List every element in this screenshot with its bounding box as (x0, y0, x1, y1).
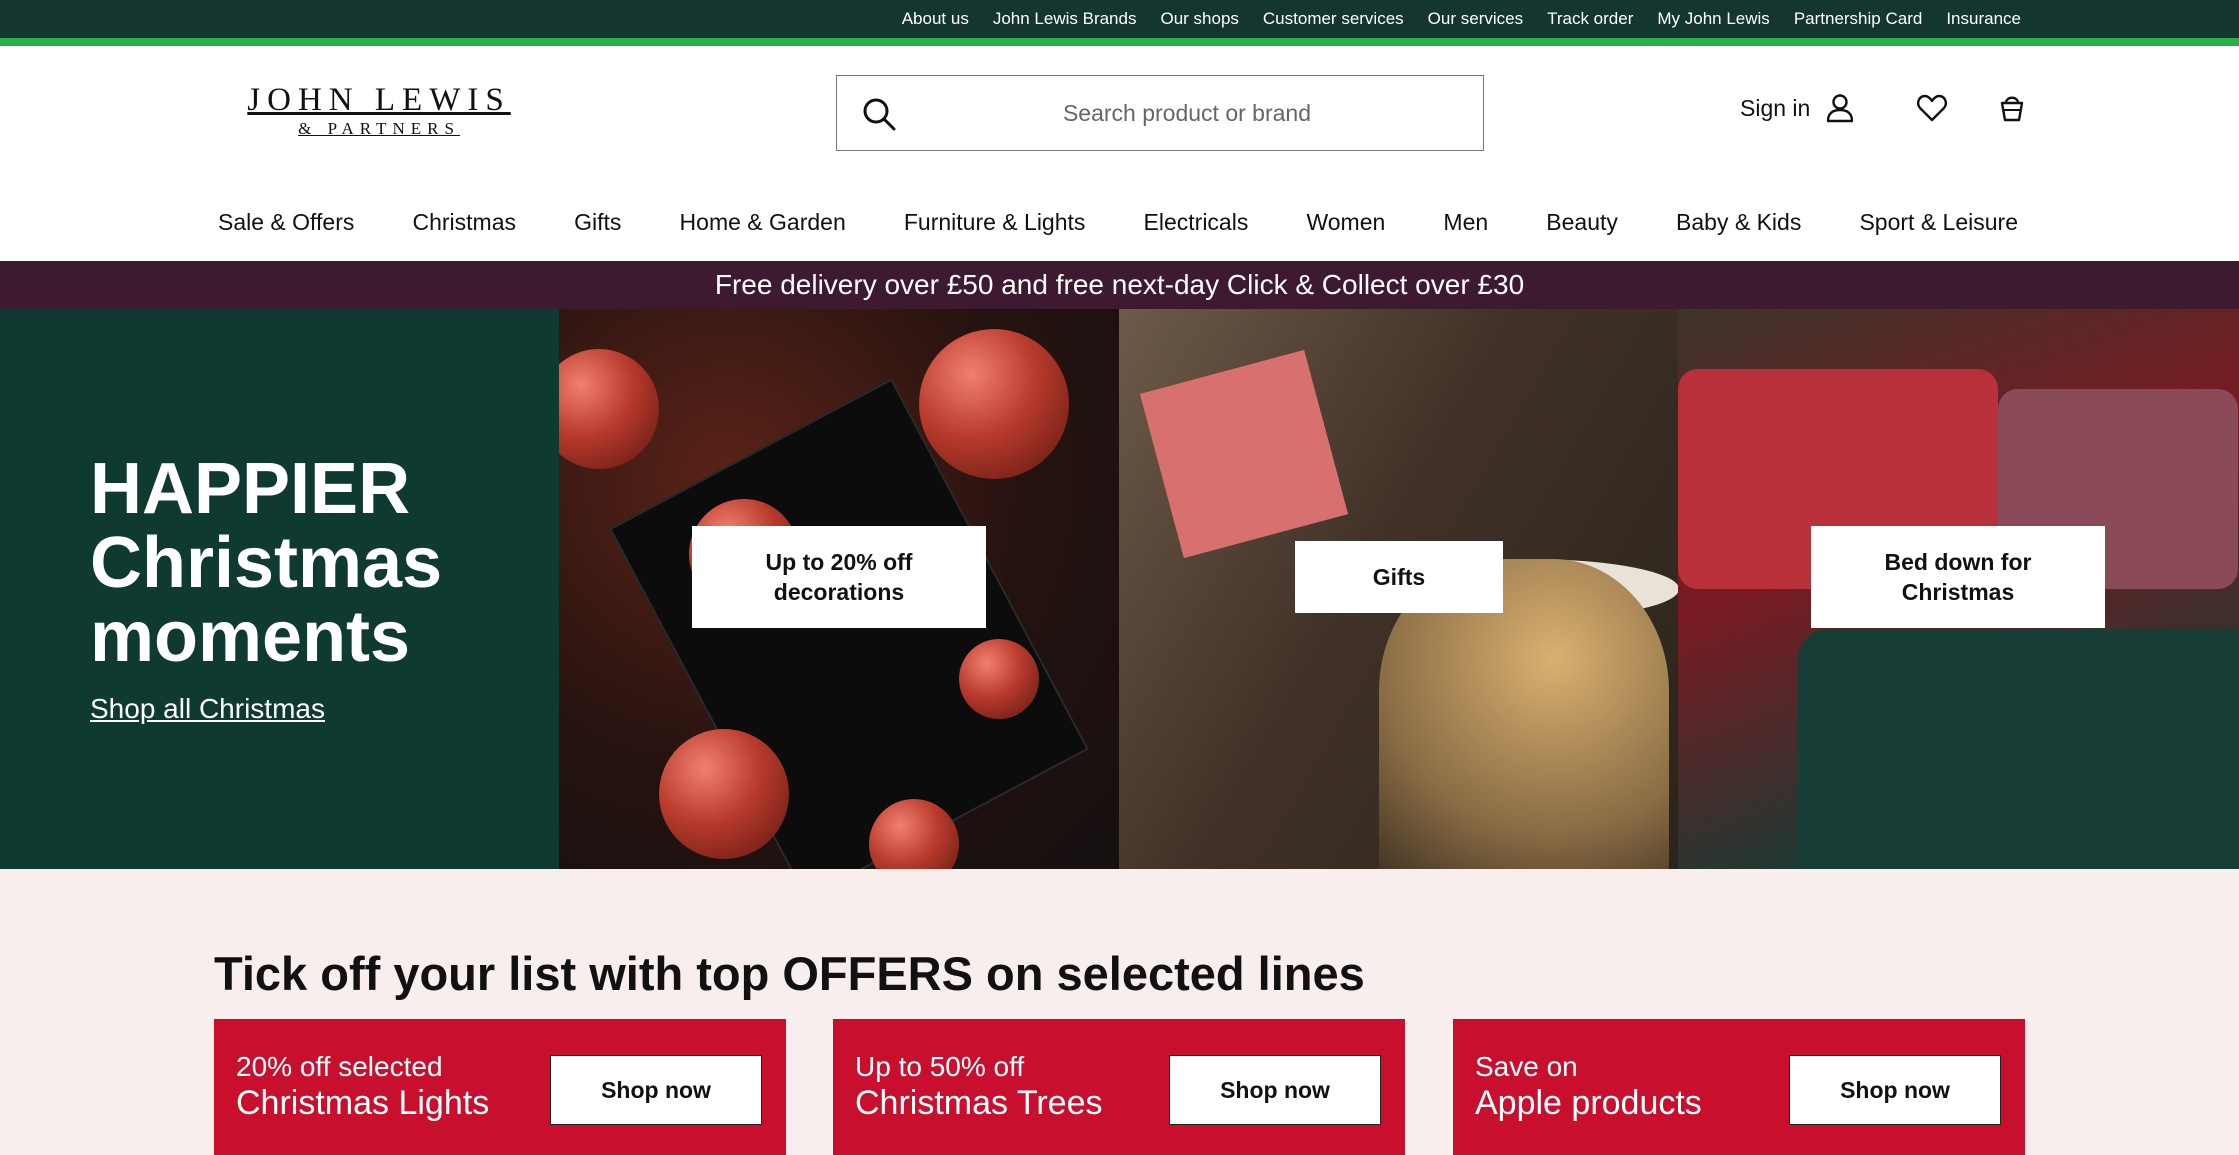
utility-nav: About us John Lewis Brands Our shops Cus… (902, 0, 2021, 38)
shop-now-button[interactable]: Shop now (1789, 1055, 2001, 1125)
throw-image (1798, 629, 2239, 869)
nav-furniture-lights[interactable]: Furniture & Lights (904, 209, 1086, 236)
nav-baby-kids[interactable]: Baby & Kids (1676, 209, 1801, 236)
hero-tile-bedding[interactable]: Bed down for Christmas (1678, 309, 2239, 869)
utility-link-customer-services[interactable]: Customer services (1263, 9, 1404, 29)
hero-tile-decorations[interactable]: Up to 20% off decorations (559, 309, 1119, 869)
main-nav: Sale & Offers Christmas Gifts Home & Gar… (218, 203, 2018, 241)
offer-card-christmas-lights[interactable]: 20% off selected Christmas Lights Shop n… (214, 1019, 786, 1155)
offer-card-subtitle: 20% off selected (236, 1051, 443, 1082)
tile-label-line-1: Bed down for (1884, 549, 2032, 575)
search-box (836, 75, 1484, 151)
offer-card-subtitle: Save on (1475, 1051, 1578, 1082)
wishlist-heart-icon[interactable] (1914, 90, 1950, 126)
delivery-promo-banner[interactable]: Free delivery over £50 and free next-day… (0, 261, 2239, 309)
bauble-image (919, 329, 1069, 479)
site-logo[interactable]: JOHN LEWIS & PARTNERS (244, 82, 514, 140)
search-input[interactable] (927, 88, 1447, 138)
nav-men[interactable]: Men (1443, 209, 1488, 236)
nav-christmas[interactable]: Christmas (413, 209, 517, 236)
gift-image (1139, 349, 1349, 559)
offers-heading: Tick off your list with top OFFERS on se… (214, 947, 1365, 1000)
tile-label-line-2: decorations (773, 579, 905, 605)
shop-now-button[interactable]: Shop now (550, 1055, 762, 1125)
sign-in-button[interactable]: Sign in (1740, 90, 1858, 126)
shop-all-christmas-link[interactable]: Shop all Christmas (90, 693, 325, 725)
offers-section: Tick off your list with top OFFERS on se… (0, 869, 2239, 1155)
offer-card-christmas-trees[interactable]: Up to 50% off Christmas Trees Shop now (833, 1019, 1405, 1155)
nav-women[interactable]: Women (1306, 209, 1385, 236)
offer-card-title: Christmas Lights (236, 1084, 490, 1122)
utility-link-brands[interactable]: John Lewis Brands (993, 9, 1137, 29)
utility-link-about-us[interactable]: About us (902, 9, 969, 29)
nav-sale-offers[interactable]: Sale & Offers (218, 209, 354, 236)
delivery-promo-text: Free delivery over £50 and free next-day… (714, 269, 1525, 300)
nav-beauty[interactable]: Beauty (1546, 209, 1618, 236)
shop-now-button[interactable]: Shop now (1169, 1055, 1381, 1125)
basket-icon[interactable] (1994, 90, 2030, 126)
accent-stripe (0, 38, 2239, 46)
nav-electricals[interactable]: Electricals (1144, 209, 1249, 236)
offer-card-title: Christmas Trees (855, 1084, 1103, 1122)
utility-link-our-shops[interactable]: Our shops (1160, 9, 1238, 29)
utility-link-track-order[interactable]: Track order (1547, 9, 1633, 29)
hero-panel: HAPPIER Christmas moments Shop all Chris… (0, 309, 559, 869)
offer-card-title: Apple products (1475, 1084, 1702, 1122)
nav-gifts[interactable]: Gifts (574, 209, 621, 236)
utility-link-my-john-lewis[interactable]: My John Lewis (1657, 9, 1769, 29)
hero-tile-gifts[interactable]: Gifts (1119, 309, 1678, 869)
hero-title-line-2: Christmas (90, 523, 443, 603)
tile-label-line-1: Up to 20% off (765, 549, 913, 575)
tile-label-bedding[interactable]: Bed down for Christmas (1811, 526, 2105, 628)
search-icon[interactable] (859, 94, 899, 134)
hero-title-line-1: HAPPIER (90, 449, 411, 529)
bauble-image (659, 729, 789, 859)
utility-link-partnership-card[interactable]: Partnership Card (1794, 9, 1923, 29)
bauble-image (959, 639, 1039, 719)
hero-section: HAPPIER Christmas moments Shop all Chris… (0, 309, 2239, 869)
tile-label-gifts[interactable]: Gifts (1295, 541, 1503, 613)
sign-in-label: Sign in (1740, 94, 1811, 121)
offer-card-apple-products[interactable]: Save on Apple products Shop now (1453, 1019, 2025, 1155)
hero-title: HAPPIER Christmas moments (90, 452, 442, 674)
account-actions: Sign in (1740, 90, 2030, 126)
utility-link-insurance[interactable]: Insurance (1946, 9, 2021, 29)
tile-label-decorations[interactable]: Up to 20% off decorations (692, 526, 986, 628)
tile-label-line-1: Gifts (1372, 564, 1426, 590)
nav-home-garden[interactable]: Home & Garden (680, 209, 846, 236)
utility-bar: About us John Lewis Brands Our shops Cus… (0, 0, 2239, 46)
tile-label-line-2: Christmas (1901, 579, 2015, 605)
logo-line-2: & PARTNERS (298, 119, 460, 138)
nav-sport-leisure[interactable]: Sport & Leisure (1859, 209, 2018, 236)
logo-line-1: JOHN LEWIS (247, 82, 511, 118)
utility-link-our-services[interactable]: Our services (1428, 9, 1523, 29)
offer-card-subtitle: Up to 50% off (855, 1051, 1025, 1082)
hero-title-line-3: moments (90, 597, 411, 677)
bauble-image (559, 349, 659, 469)
user-icon (1827, 94, 1854, 123)
